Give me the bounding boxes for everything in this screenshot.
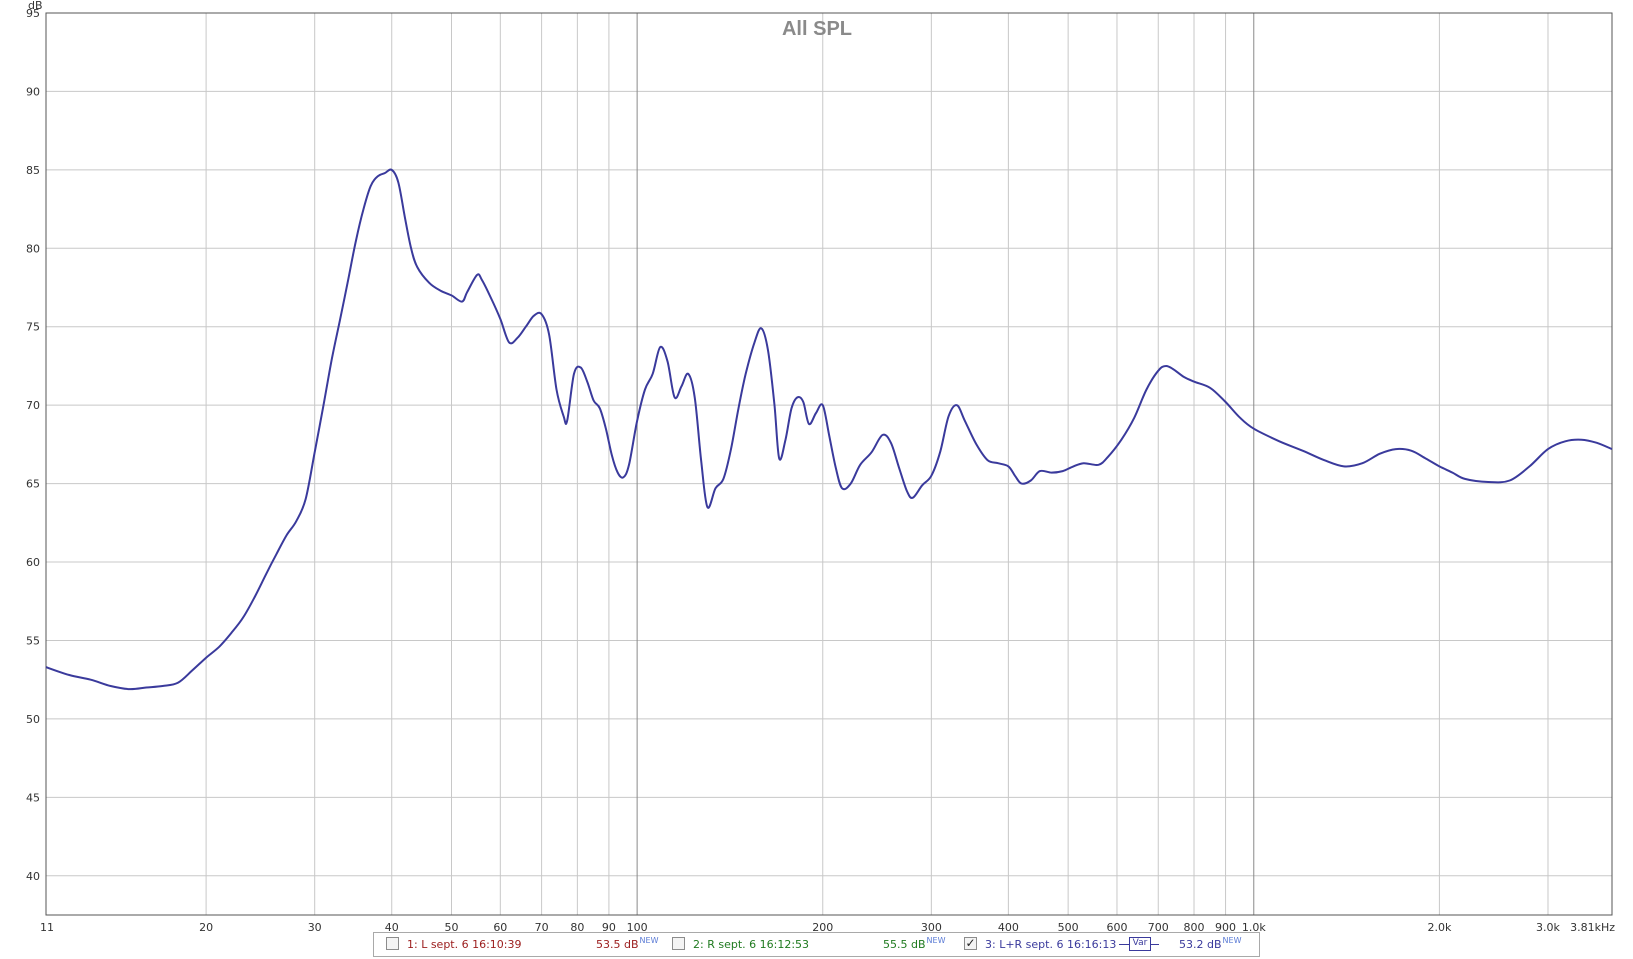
y-tick-label: 65 [26, 478, 40, 491]
grid [46, 12, 1612, 915]
legend-label-r: 2: R sept. 6 16:12:53 [693, 938, 810, 951]
legend-entry-l[interactable]: 1: L sept. 6 16:10:39 53.5 dBNEW [380, 933, 658, 956]
smoothing-label: Var [1129, 937, 1151, 951]
y-tick-label: 70 [26, 399, 40, 412]
spl-chart: 959085807570656055504540 11 20 30 40 50 60 70 8… [26, 0, 1615, 934]
x-tick-label: 11 [40, 921, 54, 934]
y-tick-label: 80 [26, 242, 40, 255]
y-tick-label: 75 [26, 321, 40, 334]
legend-checkbox-lr[interactable]: ✓ [964, 937, 977, 950]
y-axis-unit: dB [28, 0, 43, 12]
plot-frame [45, 12, 1613, 916]
legend-level-l: 53.5 dBNEW [596, 936, 659, 951]
legend-checkbox-r[interactable] [672, 937, 685, 950]
x-tick-label: 3.0k [1536, 921, 1560, 934]
y-tick-label: 90 [26, 85, 40, 98]
x-tick-label: 3.81kHz [1570, 921, 1615, 934]
series-line-lr [45, 168, 1613, 691]
legend-level-r: 55.5 dBNEW [883, 936, 946, 951]
legend-checkbox-l[interactable] [386, 937, 399, 950]
legend-label-l: 1: L sept. 6 16:10:39 [407, 938, 522, 951]
y-axis-ticks: 959085807570656055504540 [26, 7, 40, 883]
legend-level-lr: 53.2 dBNEW [1179, 936, 1242, 951]
legend: 1: L sept. 6 16:10:39 53.5 dBNEW 2: R se… [373, 932, 1260, 957]
smoothing-indicator[interactable]: Var [1119, 936, 1159, 952]
y-tick-label: 45 [26, 791, 40, 804]
legend-entry-r[interactable]: 2: R sept. 6 16:12:53 55.5 dBNEW [672, 933, 946, 956]
y-tick-label: 85 [26, 164, 40, 177]
y-tick-label: 40 [26, 870, 40, 883]
y-tick-label: 55 [26, 634, 40, 647]
legend-entry-lr[interactable]: ✓ 3: L+R sept. 6 16:16:13 Var 53.2 dBNEW [964, 933, 1254, 956]
x-tick-label: 30 [308, 921, 322, 934]
x-tick-label: 2.0k [1427, 921, 1451, 934]
x-tick-label: 20 [199, 921, 213, 934]
legend-label-lr: 3: L+R sept. 6 16:16:13 [985, 938, 1117, 951]
y-tick-label: 50 [26, 713, 40, 726]
y-tick-label: 60 [26, 556, 40, 569]
chart-title: All SPL [782, 18, 852, 40]
